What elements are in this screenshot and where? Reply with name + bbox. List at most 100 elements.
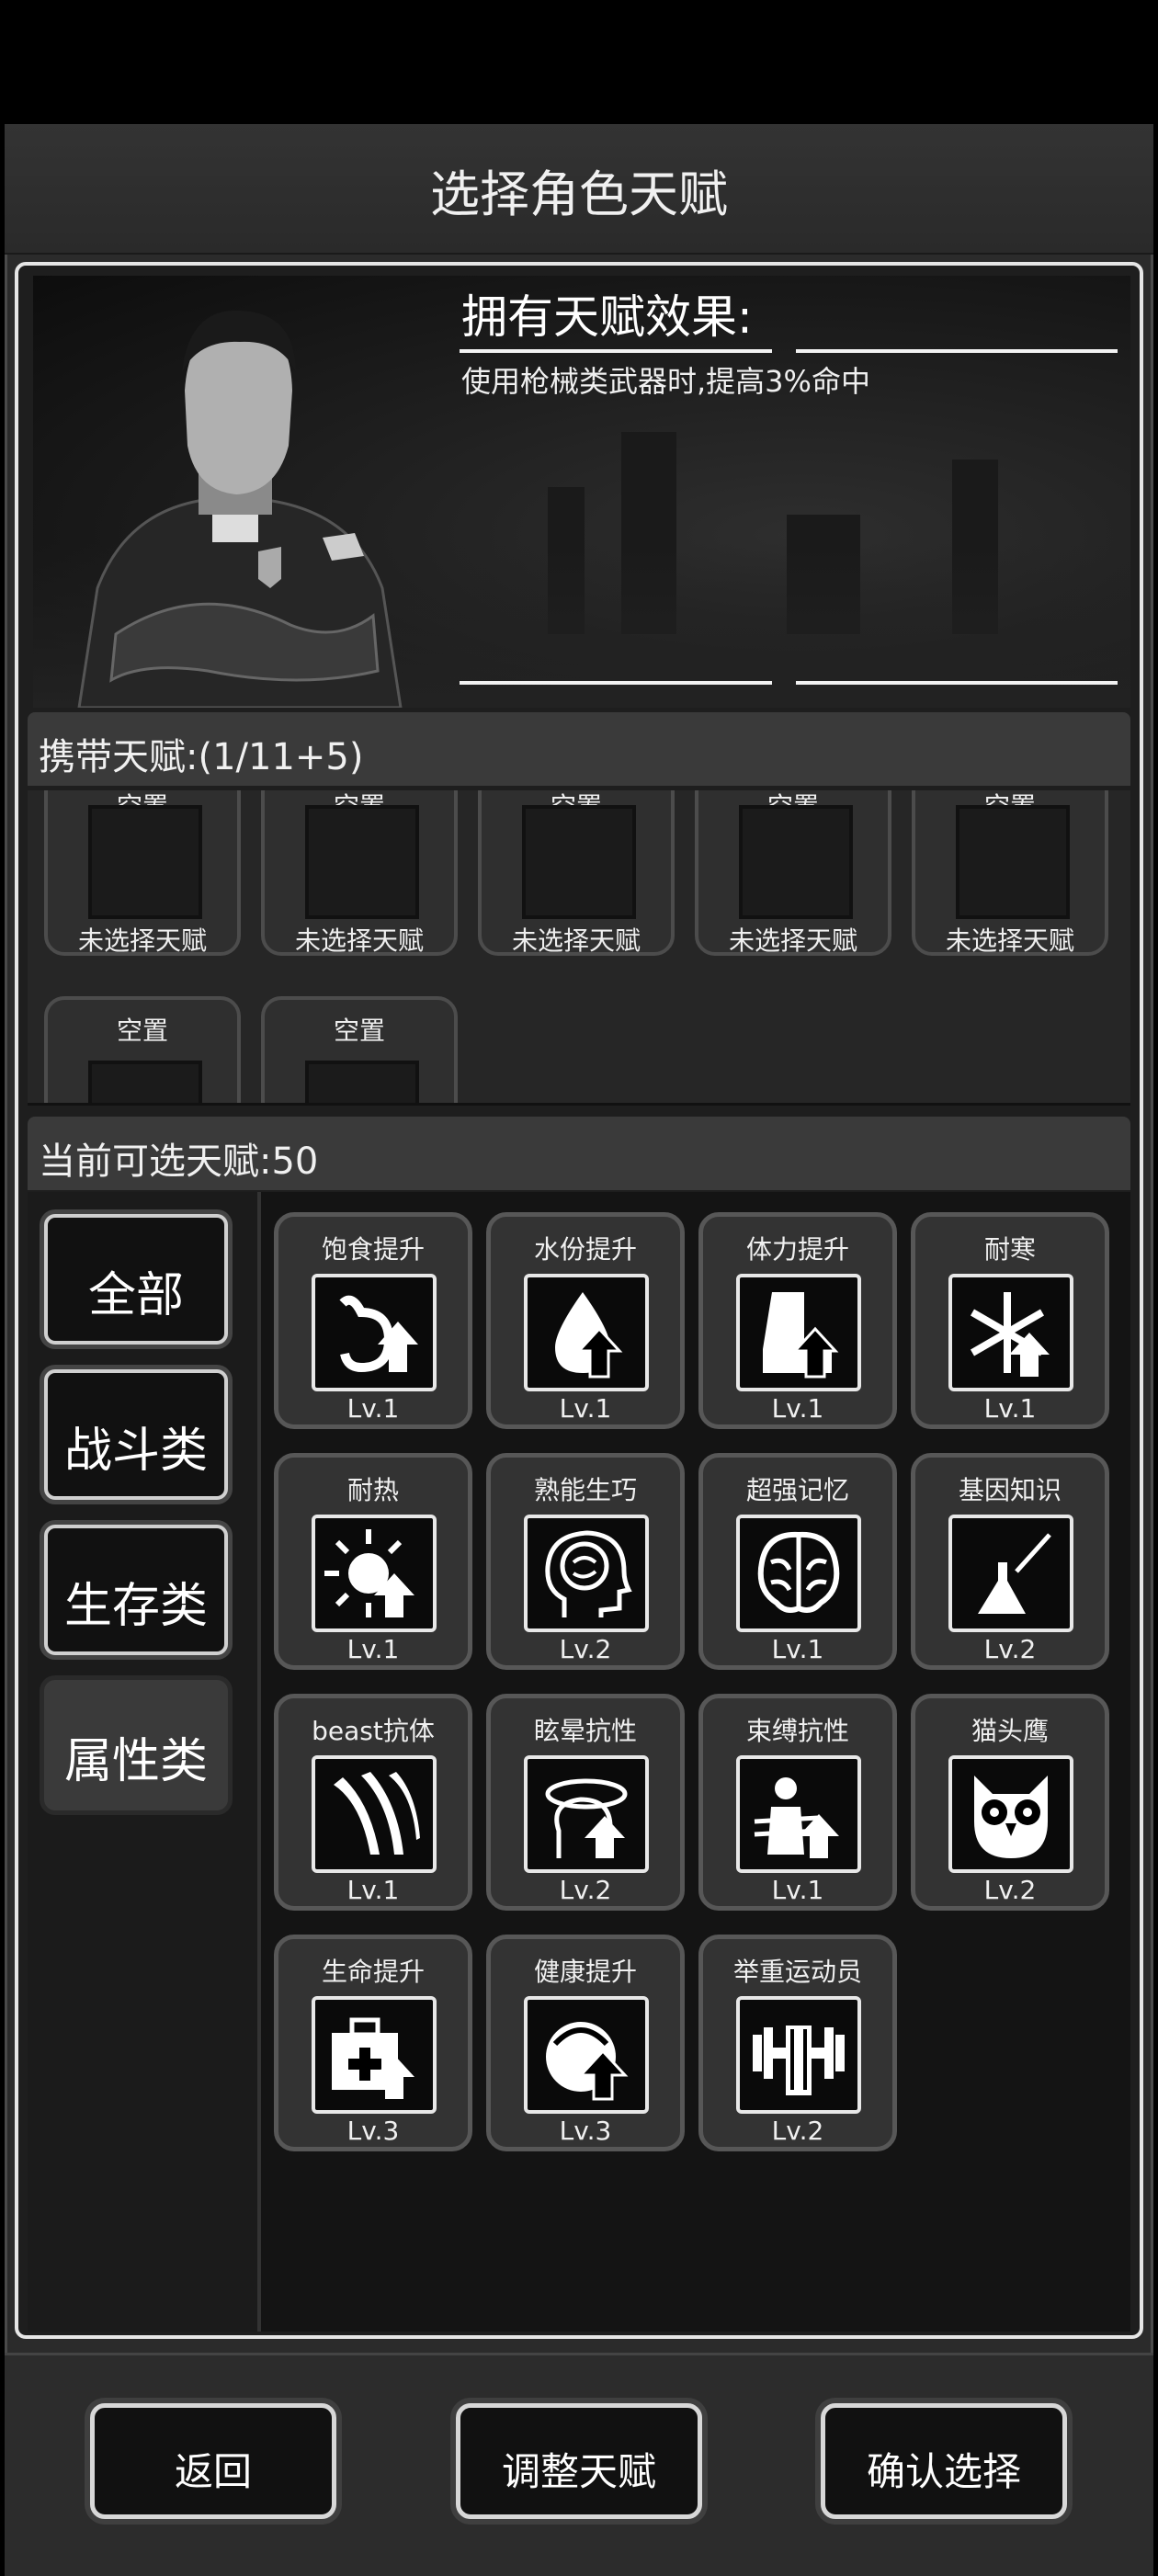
talent-name: 饱食提升	[321, 1234, 425, 1265]
talent-level: Lv.1	[346, 1634, 400, 1664]
talent-level: Lv.2	[983, 1634, 1037, 1664]
dizzy-head-icon	[524, 1755, 649, 1873]
talent-card[interactable]: beast抗体 Lv.1	[274, 1694, 472, 1911]
boot-up-icon	[736, 1274, 861, 1391]
confirm-label: 确认选择	[866, 2449, 1021, 2494]
talent-name: 超强记忆	[745, 1475, 849, 1505]
talent-card[interactable]: 体力提升 Lv.1	[698, 1212, 897, 1429]
slot-box	[956, 805, 1070, 919]
divider	[796, 349, 1118, 353]
slot-box	[739, 805, 853, 919]
heart-up-icon	[524, 1996, 649, 2114]
category-label: 全部	[87, 1268, 184, 1323]
talent-level: Lv.3	[346, 2116, 400, 2146]
talent-card[interactable]: 束缚抗性 Lv.1	[698, 1694, 897, 1911]
category-label: 生存类	[63, 1579, 208, 1634]
slot-status: 空置	[333, 1016, 385, 1046]
talent-card[interactable]: 耐热 Lv.1	[274, 1453, 472, 1670]
talent-card[interactable]: 眩晕抗性 Lv.2	[486, 1694, 685, 1911]
talent-card[interactable]: 熟能生巧 Lv.2	[486, 1453, 685, 1670]
talent-slot[interactable]: 空置 未选择天赋	[44, 790, 241, 956]
category-label: 战斗类	[63, 1424, 208, 1479]
talent-card[interactable]: 饱食提升 Lv.1	[274, 1212, 472, 1429]
talent-slot[interactable]: 空置 未选择天赋	[695, 790, 891, 956]
talent-level: Lv.1	[346, 1875, 400, 1905]
talent-slot[interactable]: 空置 未选择天赋	[912, 790, 1108, 956]
talent-name: 举重运动员	[732, 1957, 862, 1987]
slot-box	[522, 805, 636, 919]
brain-icon	[736, 1515, 861, 1632]
divider	[796, 681, 1118, 685]
carry-slots-area[interactable]: 空置 未选择天赋 空置 未选择天赋 空置 未选择天赋 空置 未选择天赋 空置 未…	[28, 790, 1130, 1106]
dumbbell-icon	[736, 1996, 861, 2114]
title-bar: 选择角色天赋	[5, 124, 1153, 255]
talent-name: 健康提升	[533, 1957, 637, 1987]
talent-level: Lv.2	[983, 1875, 1037, 1905]
talent-level: Lv.2	[559, 1875, 612, 1905]
owl-icon	[948, 1755, 1073, 1873]
adjust-label: 调整天赋	[501, 2449, 656, 2494]
page-title: 选择角色天赋	[430, 165, 728, 223]
talent-slot[interactable]: 空置	[44, 996, 241, 1103]
talent-name: 熟能生巧	[533, 1475, 637, 1505]
slot-status: 空置	[116, 1016, 168, 1046]
talent-level: Lv.2	[559, 1634, 612, 1664]
police-officer-portrait	[77, 310, 403, 708]
slot-box	[305, 805, 419, 919]
slot-label: 未选择天赋	[511, 925, 641, 956]
category-survival-button[interactable]: 生存类	[44, 1525, 228, 1655]
talent-card[interactable]: 耐寒 Lv.1	[911, 1212, 1109, 1429]
confirm-button[interactable]: 确认选择	[821, 2403, 1067, 2519]
flask-icon	[948, 1515, 1073, 1632]
stomach-up-icon	[312, 1274, 437, 1391]
talent-level: Lv.1	[771, 1393, 824, 1424]
talent-name: 基因知识	[958, 1475, 1062, 1505]
sun-up-icon	[312, 1515, 437, 1632]
snowflake-up-icon	[948, 1274, 1073, 1391]
talent-card[interactable]: 基因知识 Lv.2	[911, 1453, 1109, 1670]
bound-figure-icon	[736, 1755, 861, 1873]
slot-label: 未选择天赋	[294, 925, 424, 956]
medkit-up-icon	[312, 1996, 437, 2114]
slot-label: 未选择天赋	[945, 925, 1074, 956]
talent-name: 体力提升	[745, 1234, 849, 1265]
talent-level: Lv.1	[559, 1393, 612, 1424]
talent-card[interactable]: 超强记忆 Lv.1	[698, 1453, 897, 1670]
talent-level: Lv.1	[346, 1393, 400, 1424]
talent-level: Lv.3	[559, 2116, 612, 2146]
talent-slot[interactable]: 空置 未选择天赋	[261, 790, 458, 956]
available-talents-area: 全部 战斗类 生存类 属性类 饱食提升 Lv.1 水份提升 Lv.1 体力提升 …	[28, 1192, 1130, 2332]
talent-name: 水份提升	[533, 1234, 637, 1265]
available-section-header: 当前可选天赋:50	[28, 1117, 1130, 1190]
slot-box	[88, 805, 202, 919]
back-button[interactable]: 返回	[90, 2403, 336, 2519]
adjust-talent-button[interactable]: 调整天赋	[456, 2403, 702, 2519]
category-attribute-button[interactable]: 属性类	[44, 1680, 228, 1810]
carry-section-header: 携带天赋:(1/11+5)	[28, 712, 1130, 786]
carry-title: 携带天赋:(1/11+5)	[39, 736, 364, 778]
talent-name: 耐寒	[983, 1234, 1036, 1265]
category-label: 属性类	[63, 1734, 208, 1789]
talent-card[interactable]: 水份提升 Lv.1	[486, 1212, 685, 1429]
talent-card[interactable]: 健康提升 Lv.3	[486, 1935, 685, 2151]
talent-name: 耐热	[346, 1475, 399, 1505]
effect-description: 使用枪械类武器时,提高3%命中	[461, 364, 870, 399]
talent-slot[interactable]: 空置 未选择天赋	[478, 790, 675, 956]
slot-box	[88, 1061, 202, 1103]
talent-name: beast抗体	[312, 1716, 435, 1746]
slot-box	[305, 1061, 419, 1103]
talent-level: Lv.1	[771, 1634, 824, 1664]
brain-head-icon	[524, 1515, 649, 1632]
category-all-button[interactable]: 全部	[44, 1214, 228, 1345]
talent-level: Lv.1	[983, 1393, 1037, 1424]
category-combat-button[interactable]: 战斗类	[44, 1369, 228, 1500]
water-drop-up-icon	[524, 1274, 649, 1391]
back-label: 返回	[174, 2449, 252, 2494]
talent-card[interactable]: 猫头鹰 Lv.2	[911, 1694, 1109, 1911]
talent-card[interactable]: 生命提升 Lv.3	[274, 1935, 472, 2151]
talent-name: 束缚抗性	[745, 1716, 849, 1746]
talent-slot[interactable]: 空置	[261, 996, 458, 1103]
divider	[460, 349, 772, 353]
talent-card[interactable]: 举重运动员 Lv.2	[698, 1935, 897, 2151]
talent-level: Lv.2	[771, 2116, 824, 2146]
